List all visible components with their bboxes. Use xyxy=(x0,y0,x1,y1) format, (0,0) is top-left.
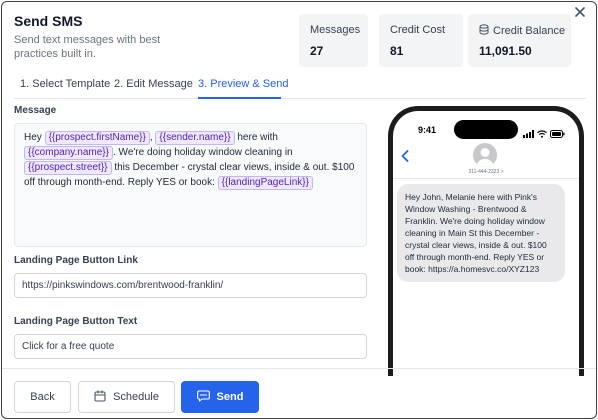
status-icons xyxy=(523,125,565,143)
message-bubble: Hey John, Melanie here with Pink's Windo… xyxy=(397,184,565,282)
phone-time: 9:41 xyxy=(418,125,437,135)
phone-frame: 9:41 311-444-2323 > Hey John, Melanie he… xyxy=(388,106,584,376)
modal-title: Send SMS xyxy=(14,13,83,29)
close-icon[interactable] xyxy=(573,5,587,19)
message-text-segment: Hey xyxy=(24,132,45,143)
landing-text-input[interactable]: Click for a free quote xyxy=(14,334,367,359)
contact-avatar xyxy=(473,143,497,167)
database-icon xyxy=(479,24,489,38)
calendar-icon xyxy=(94,389,106,405)
stat-credit-cost: Credit Cost 81 xyxy=(379,14,463,67)
battery-icon xyxy=(550,125,565,143)
template-variable-chip[interactable]: {{prospect.firstName}} xyxy=(44,131,150,145)
message-text-segment: here with xyxy=(234,132,278,143)
send-button-label: Send xyxy=(216,391,244,403)
stat-credit-cost-value: 81 xyxy=(390,44,404,58)
message-label: Message xyxy=(14,105,57,116)
tab-edit-message[interactable]: 2. Edit Message xyxy=(114,78,193,90)
send-sms-modal: Send SMS Send text messages with best pr… xyxy=(1,1,597,419)
message-icon xyxy=(196,389,210,405)
modal-subtitle: Send text messages with best practices b… xyxy=(14,34,161,60)
stat-credit-balance: Credit Balance 11,091.50 xyxy=(468,14,571,67)
stat-messages-value: 27 xyxy=(310,44,324,58)
active-tab-indicator xyxy=(198,97,281,99)
stat-credit-balance-label: Credit Balance xyxy=(493,25,566,37)
message-editor[interactable]: Hey {{prospect.firstName}}, {{sender.nam… xyxy=(14,123,367,247)
stat-credit-balance-value: 11,091.50 xyxy=(479,44,532,58)
template-variable-chip[interactable]: {{prospect.street}} xyxy=(24,161,112,175)
contact-number: 311-444-2323 > xyxy=(468,169,504,175)
template-variable-chip[interactable]: {{sender.name}} xyxy=(155,131,235,145)
signal-icon xyxy=(523,125,534,143)
template-variable-chip[interactable]: {{landingPageLink}} xyxy=(217,176,313,190)
phone-preview: 9:41 311-444-2323 > Hey John, Melanie he… xyxy=(388,106,584,376)
tabs-divider xyxy=(14,98,586,99)
step-tabs: 1. Select Template 2. Edit Message 3. Pr… xyxy=(2,69,596,99)
schedule-button[interactable]: Schedule xyxy=(78,381,175,413)
stat-messages: Messages 27 xyxy=(299,14,368,67)
stat-messages-label: Messages xyxy=(310,24,361,36)
back-button[interactable]: Back xyxy=(14,381,71,413)
landing-text-label: Landing Page Button Text xyxy=(14,316,138,327)
template-variable-chip[interactable]: {{company.name}} xyxy=(24,146,113,160)
landing-link-label: Landing Page Button Link xyxy=(14,255,138,266)
footer-divider xyxy=(2,368,596,369)
send-button[interactable]: Send xyxy=(181,381,259,413)
stat-credit-balance-label-row: Credit Balance xyxy=(479,24,565,38)
phone-screen: 9:41 311-444-2323 > Hey John, Melanie he… xyxy=(393,111,579,376)
tab-preview-send[interactable]: 3. Preview & Send xyxy=(198,78,289,90)
schedule-button-label: Schedule xyxy=(113,391,159,403)
dynamic-island xyxy=(454,120,518,139)
tab-select-template[interactable]: 1. Select Template xyxy=(20,78,110,90)
landing-link-input[interactable]: https://pinkswindows.com/brentwood-frank… xyxy=(14,273,367,298)
stat-credit-cost-label: Credit Cost xyxy=(390,24,446,36)
chevron-left-icon[interactable] xyxy=(401,149,409,167)
back-button-label: Back xyxy=(30,391,55,403)
message-text-segment: . We're doing holiday window cleaning in xyxy=(113,147,293,158)
chat-header-divider xyxy=(393,178,579,179)
wifi-icon xyxy=(537,125,547,143)
